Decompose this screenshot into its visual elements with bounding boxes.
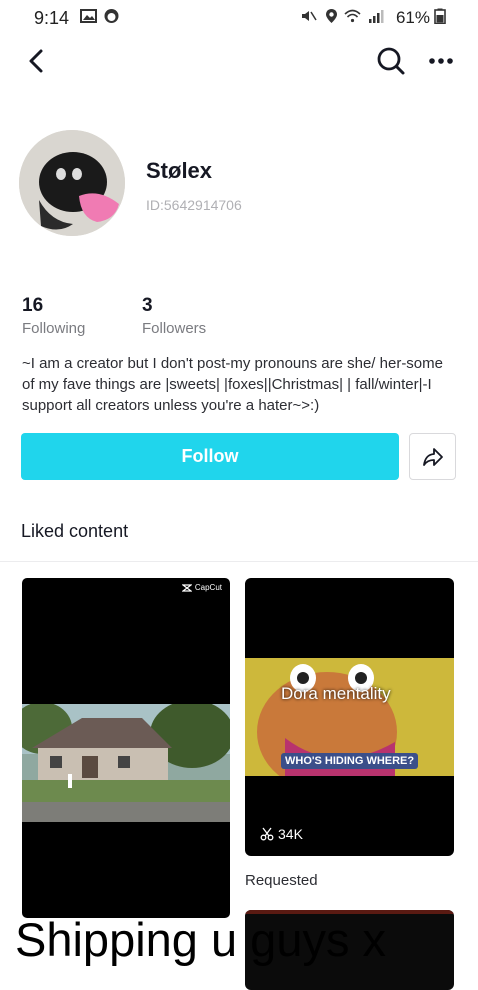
profile-username: Stølex — [146, 158, 213, 183]
video-overlay-subtitle: WHO'S HIDING WHERE? — [281, 753, 419, 769]
share-arrow-icon — [422, 447, 443, 466]
gallery-icon — [80, 9, 97, 23]
following-count[interactable]: 16 — [22, 295, 43, 317]
scissors-icon — [260, 827, 274, 841]
profile-bio: ~I am a creator but I don't post-my pron… — [22, 355, 443, 414]
video-view-count: 34K — [260, 826, 303, 842]
follow-button[interactable]: Follow — [21, 433, 399, 480]
battery-percentage: 61% — [395, 8, 430, 27]
wifi-icon — [344, 9, 361, 23]
app-notification-icon — [104, 9, 119, 23]
followers-count[interactable]: 3 — [142, 295, 153, 317]
share-button[interactable] — [409, 433, 456, 480]
capcut-watermark: CapCut — [181, 583, 222, 592]
signal-icon — [369, 10, 384, 23]
location-icon — [326, 9, 337, 23]
section-divider — [0, 561, 478, 562]
status-time: 9:14 — [34, 8, 70, 28]
avatar[interactable] — [19, 130, 125, 236]
following-label[interactable]: Following — [22, 320, 85, 337]
video-overlay-title: Dora mentality — [281, 684, 391, 703]
search-icon[interactable] — [374, 44, 408, 78]
battery-icon — [434, 8, 446, 24]
more-dots-icon[interactable] — [424, 44, 458, 78]
profile-id: ID:5642914706 — [146, 197, 242, 213]
chevron-left-icon[interactable] — [22, 44, 52, 78]
requested-label: Requested — [245, 872, 318, 889]
liked-content-title: Liked content — [21, 521, 129, 541]
capcut-logo-icon — [181, 583, 192, 592]
view-count-text: 34K — [278, 826, 303, 842]
avatar-image — [19, 130, 125, 236]
mute-icon — [302, 11, 317, 21]
followers-label[interactable]: Followers — [142, 320, 206, 337]
video-caption-overlay: Shipping u guys x — [15, 913, 387, 966]
liked-video-card[interactable]: Dora mentality WHO'S HIDING WHERE? 34K — [245, 578, 454, 856]
capcut-text: CapCut — [194, 583, 222, 592]
video-thumbnail-house — [22, 704, 230, 822]
status-bar: 9:14 61% — [0, 0, 478, 36]
liked-video-card[interactable]: CapCut — [22, 578, 230, 918]
